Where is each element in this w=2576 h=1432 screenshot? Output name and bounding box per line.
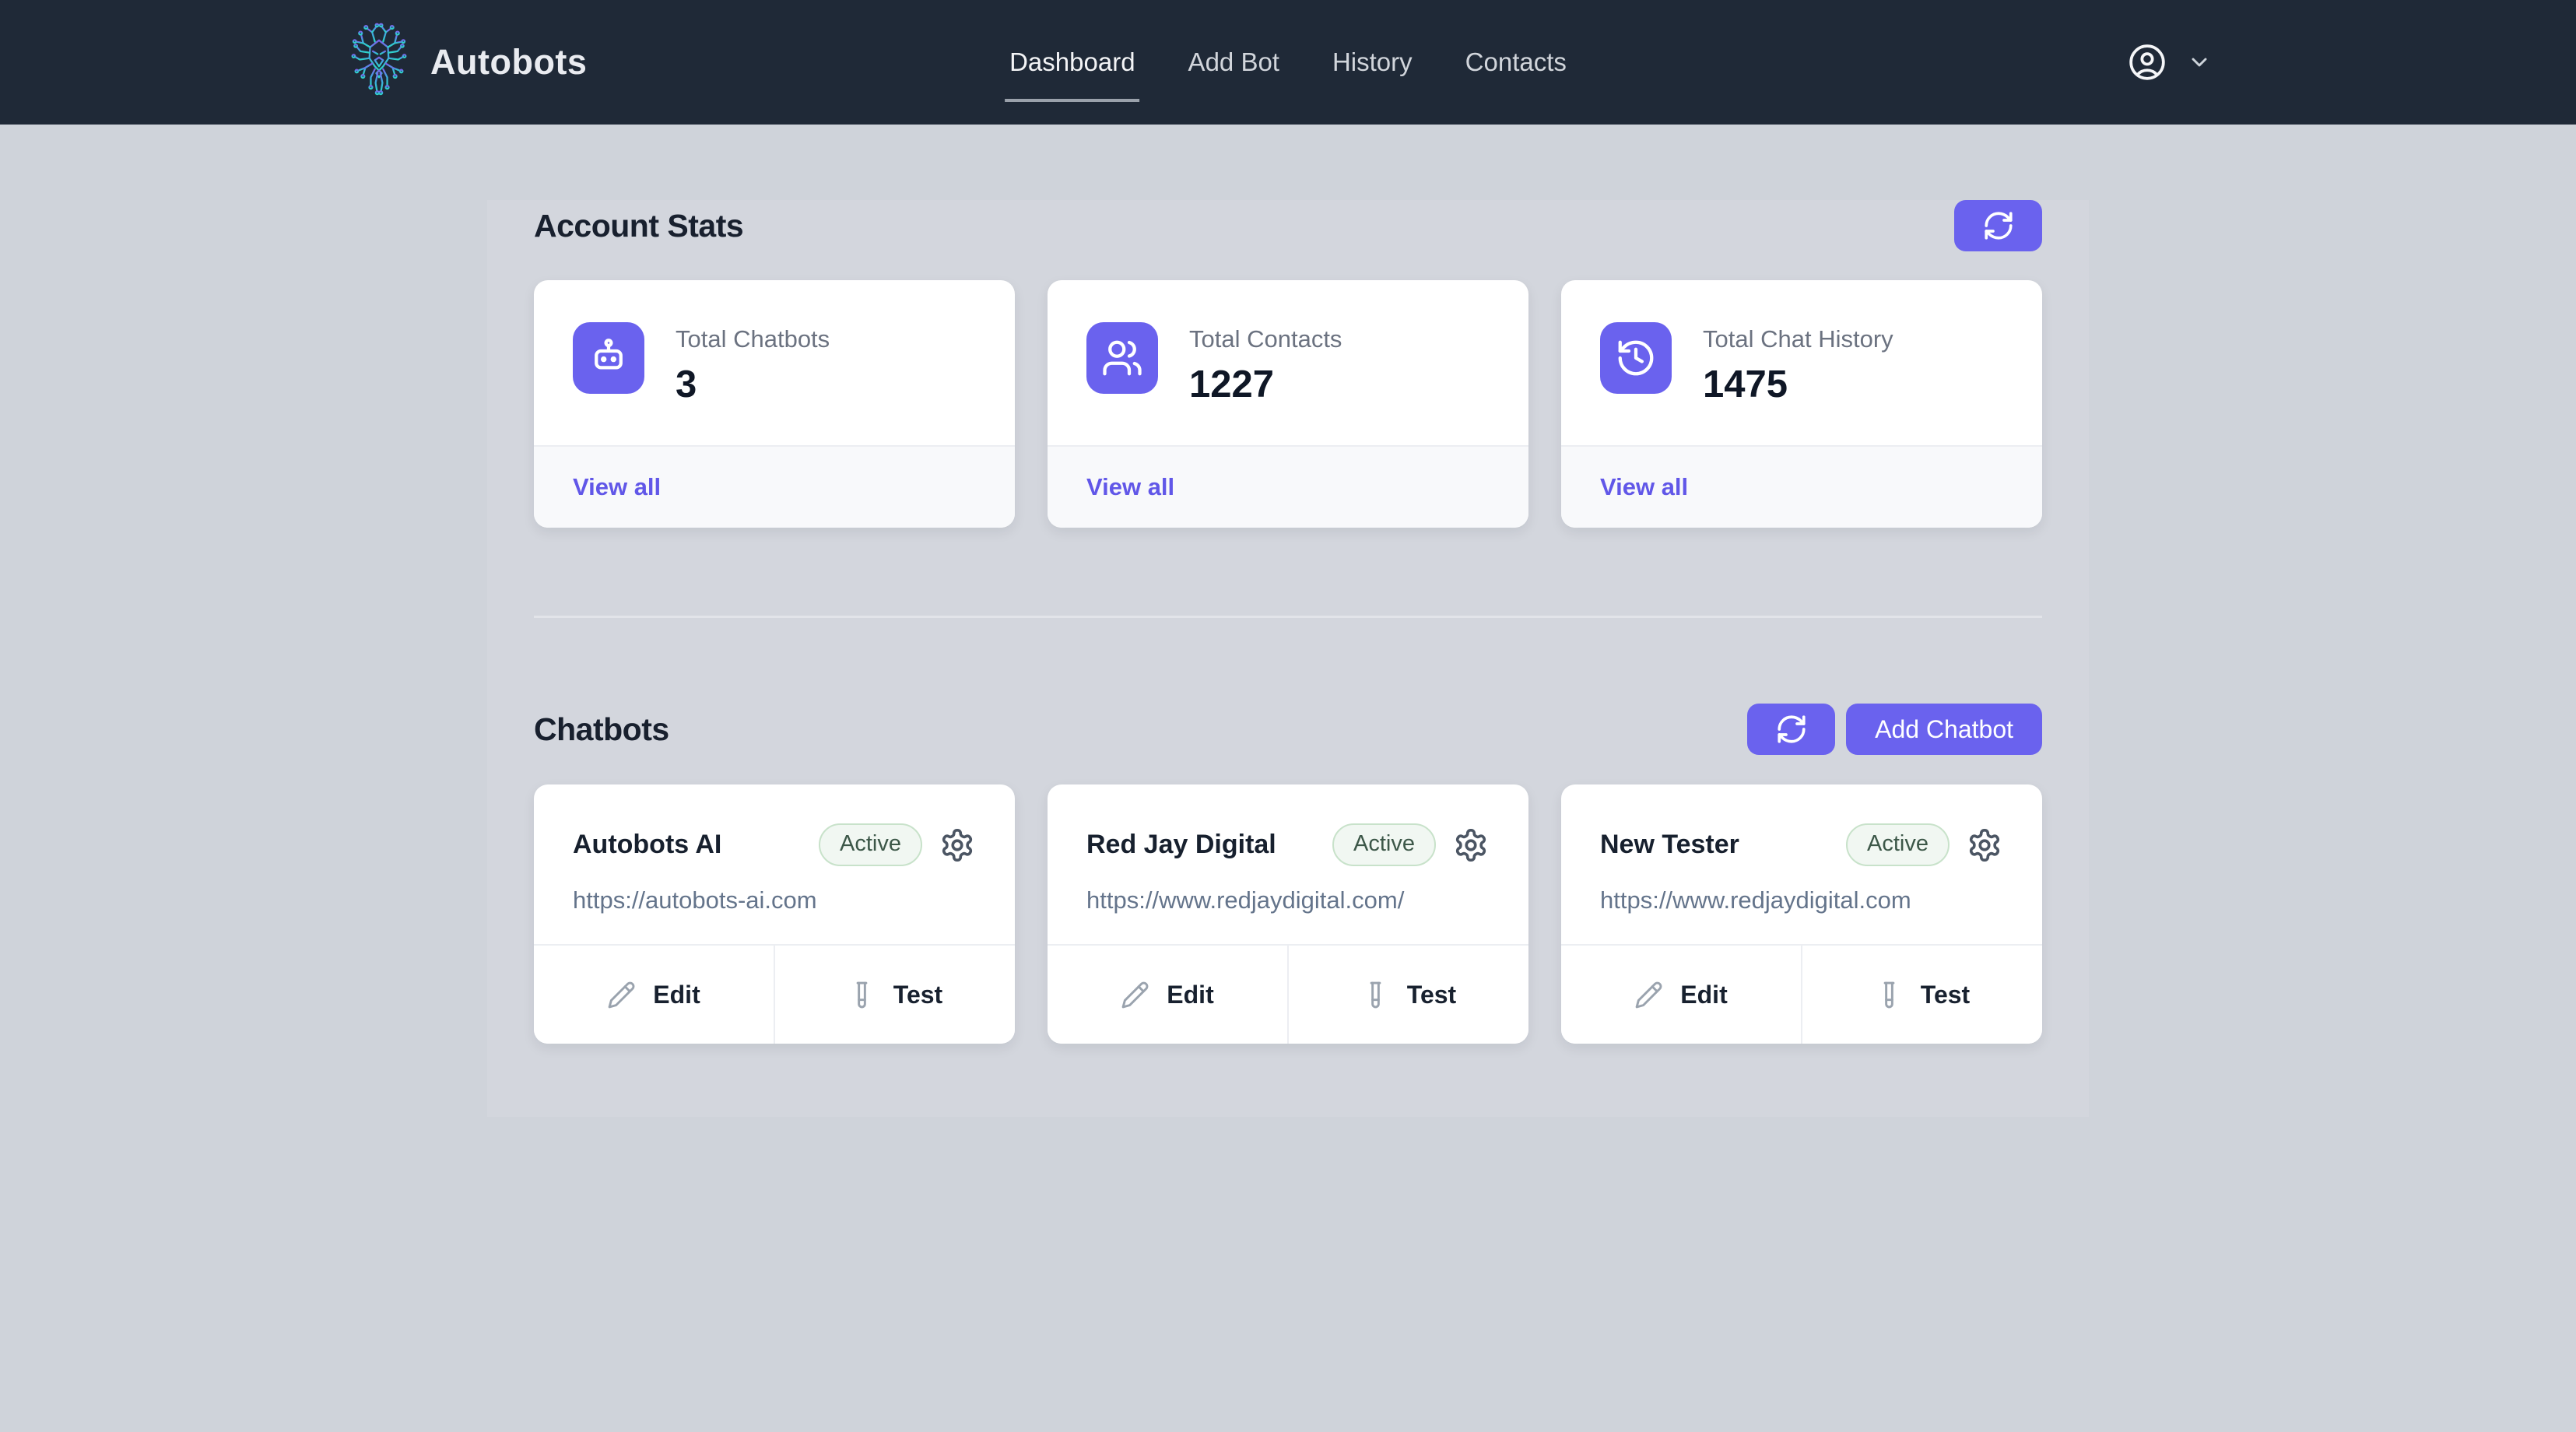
test-tube-icon: [1361, 981, 1390, 1009]
status-badge: Active: [1332, 823, 1436, 866]
stat-value: 1475: [1703, 363, 1893, 406]
stats-refresh-button[interactable]: [1954, 200, 2042, 251]
chatbot-card-red-jay-digital: Red Jay Digital Active https://www.redja…: [1048, 784, 1528, 1044]
nav-item-history[interactable]: History: [1331, 41, 1414, 83]
stat-label: Total Chatbots: [676, 322, 830, 353]
section-divider: [534, 616, 2042, 618]
account-stats-header: Account Stats: [534, 200, 2042, 251]
chatbot-name: Autobots AI: [573, 830, 819, 860]
bot-icon: [573, 322, 644, 394]
refresh-icon: [1775, 713, 1808, 746]
user-menu[interactable]: [2128, 0, 2212, 125]
chatbot-url: https://www.redjaydigital.com: [1600, 886, 2003, 914]
test-chatbot-button[interactable]: Test: [1801, 946, 2042, 1044]
edit-chatbot-button[interactable]: Edit: [1048, 946, 1287, 1044]
edit-chatbot-button[interactable]: Edit: [1561, 946, 1801, 1044]
stat-value: 3: [676, 363, 830, 406]
chatbot-settings-button[interactable]: [1452, 827, 1490, 864]
chatbots-header: Chatbots Add Chatbot: [534, 704, 2042, 755]
chatbots-title: Chatbots: [534, 711, 669, 748]
test-label: Test: [1921, 981, 1970, 1009]
test-chatbot-button[interactable]: Test: [774, 946, 1015, 1044]
top-navigation-bar: Autobots Dashboard Add Bot History Conta…: [0, 0, 2576, 125]
nav-item-contacts[interactable]: Contacts: [1464, 41, 1568, 83]
view-all-history-link[interactable]: View all: [1600, 473, 1688, 501]
circuit-lion-logo-icon: [345, 15, 413, 110]
edit-label: Edit: [1167, 981, 1213, 1009]
pencil-icon: [1634, 981, 1663, 1009]
stat-label: Total Contacts: [1189, 322, 1342, 353]
chevron-down-icon: [2187, 50, 2212, 75]
view-all-chatbots-link[interactable]: View all: [573, 473, 661, 501]
test-label: Test: [1407, 981, 1456, 1009]
chatbot-cards-row: Autobots AI Active https://autobots-ai.c…: [534, 784, 2042, 1044]
pencil-icon: [1121, 981, 1149, 1009]
status-badge: Active: [819, 823, 922, 866]
add-chatbot-button[interactable]: Add Chatbot: [1846, 704, 2042, 755]
stat-card-total-chatbots: Total Chatbots 3 View all: [534, 280, 1015, 528]
brand: Autobots: [345, 0, 587, 125]
brand-name: Autobots: [430, 42, 587, 82]
nav-item-dashboard[interactable]: Dashboard: [1008, 41, 1136, 83]
pencil-icon: [607, 981, 636, 1009]
account-stats-title: Account Stats: [534, 208, 743, 244]
gear-icon: [939, 827, 975, 863]
stat-value: 1227: [1189, 363, 1342, 406]
users-icon: [1086, 322, 1158, 394]
stat-card-total-contacts: Total Contacts 1227 View all: [1048, 280, 1528, 528]
edit-label: Edit: [653, 981, 700, 1009]
chatbot-name: New Tester: [1600, 830, 1846, 860]
nav-item-add-bot[interactable]: Add Bot: [1187, 41, 1281, 83]
chatbots-refresh-button[interactable]: [1747, 704, 1835, 755]
refresh-icon: [1982, 209, 2015, 242]
history-clock-icon: [1600, 322, 1672, 394]
main-panel: Account Stats: [487, 200, 2089, 1117]
status-badge: Active: [1846, 823, 1950, 866]
chatbot-name: Red Jay Digital: [1086, 830, 1332, 860]
test-chatbot-button[interactable]: Test: [1287, 946, 1528, 1044]
edit-label: Edit: [1680, 981, 1727, 1009]
stat-label: Total Chat History: [1703, 322, 1893, 353]
edit-chatbot-button[interactable]: Edit: [534, 946, 774, 1044]
stat-card-total-chat-history: Total Chat History 1475 View all: [1561, 280, 2042, 528]
view-all-contacts-link[interactable]: View all: [1086, 473, 1174, 501]
main-nav: Dashboard Add Bot History Contacts: [1008, 0, 1568, 125]
test-tube-icon: [848, 981, 876, 1009]
chatbot-settings-button[interactable]: [1966, 827, 2003, 864]
gear-icon: [1967, 827, 2002, 863]
chatbot-card-new-tester: New Tester Active https://www.redjaydigi…: [1561, 784, 2042, 1044]
chatbot-url: https://www.redjaydigital.com/: [1086, 886, 1490, 914]
user-circle-icon: [2128, 43, 2167, 82]
test-tube-icon: [1875, 981, 1904, 1009]
chatbot-settings-button[interactable]: [939, 827, 976, 864]
test-label: Test: [893, 981, 942, 1009]
stat-cards-row: Total Chatbots 3 View all: [534, 280, 2042, 528]
gear-icon: [1453, 827, 1489, 863]
chatbot-card-autobots-ai: Autobots AI Active https://autobots-ai.c…: [534, 784, 1015, 1044]
chatbot-url: https://autobots-ai.com: [573, 886, 976, 914]
